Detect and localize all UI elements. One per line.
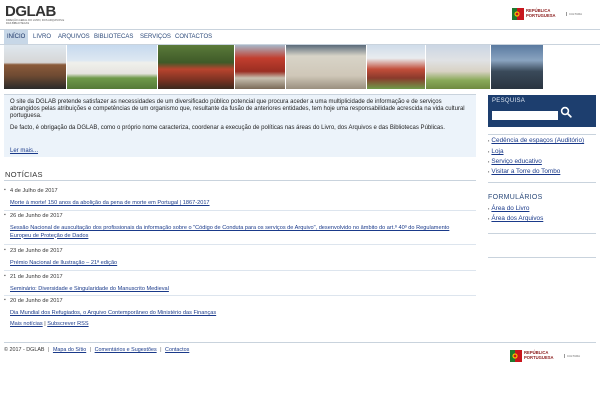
nav-contactos[interactable]: CONTACTOS — [172, 30, 215, 44]
bullet-icon: ▪ — [4, 212, 6, 218]
news-link[interactable]: Sessão Nacional de auscultação dos profi… — [10, 225, 470, 240]
form-link-livro[interactable]: ▪ Área do Livro — [488, 205, 529, 212]
news-separator — [4, 210, 476, 211]
ministry-label: CULTURA — [566, 12, 582, 16]
news-separator — [4, 270, 476, 271]
nav-arquivos[interactable]: ARQUIVOS — [55, 30, 93, 44]
form-link-label: Área do Livro — [491, 205, 530, 212]
bullet-icon: ▪ — [4, 273, 6, 279]
footer-divider — [4, 342, 596, 343]
bullet-icon: ▪ — [488, 168, 490, 174]
rep-line2: PORTUGUESA — [524, 354, 554, 360]
banner-photo-7 — [426, 45, 490, 89]
news-link[interactable]: Dia Mundial dos Refugiados, o Arquivo Co… — [10, 310, 470, 318]
news-separator — [4, 244, 476, 245]
news-date: 4 de Julho de 2017 — [10, 188, 58, 194]
separator: | — [160, 347, 162, 353]
sidebar-link-label: Cedência de espaços (Auditório) — [491, 137, 585, 144]
form-link-arquivos[interactable]: ▪ Área dos Arquivos — [488, 215, 543, 222]
sidebar-divider — [488, 257, 596, 258]
intro-box: O site da DGLAB pretende satisfazer as n… — [4, 94, 476, 157]
news-link[interactable]: Morte à morte! 150 anos da abolição da p… — [10, 200, 470, 208]
bullet-icon: ▪ — [488, 215, 490, 221]
banner-photo-8 — [491, 45, 543, 89]
intro-paragraph-2: De facto, é obrigação da DGLAB, como o p… — [10, 124, 445, 131]
news-link[interactable]: Seminário: Diversidade e Singularidade d… — [10, 286, 470, 294]
photo-banner — [4, 45, 596, 89]
banner-photo-3 — [158, 45, 234, 89]
news-footer: Mais notícias | Subscrever RSS — [10, 321, 89, 327]
more-news-link[interactable]: Mais notícias — [10, 321, 43, 327]
search-label: PESQUISA — [492, 98, 526, 104]
banner-photo-5 — [286, 45, 366, 89]
banner-photo-2 — [67, 45, 157, 89]
republic-emblem-icon — [510, 350, 522, 362]
subscribe-rss-link[interactable]: Subscrever RSS — [47, 321, 88, 327]
rep-line2: PORTUGUESA — [526, 12, 556, 18]
nav-livro[interactable]: LIVRO — [30, 30, 54, 44]
banner-photo-1 — [4, 45, 66, 89]
news-date: 26 de Junho de 2017 — [10, 213, 63, 219]
bullet-icon: ▪ — [4, 297, 6, 303]
separator: | — [89, 347, 92, 353]
news-heading: NOTÍCIAS — [5, 170, 43, 179]
separator: | — [48, 347, 50, 353]
bullet-icon: ▪ — [488, 158, 490, 164]
intro-paragraph-1: O site da DGLAB pretende satisfazer as n… — [10, 99, 465, 120]
news-separator — [4, 295, 476, 296]
sidebar-link-torre-do-tombo[interactable]: ▪ Visitar a Torre do Tombo — [488, 168, 560, 175]
sidebar-link-label: Visitar a Torre do Tombo — [491, 168, 561, 175]
news-link[interactable]: Prémio Nacional de Ilustração – 21ª ediç… — [10, 260, 470, 268]
bullet-icon: ▪ — [4, 187, 6, 193]
site-footer: © 2017 - DGLAB | Mapa do Sítio | Comentá… — [4, 347, 189, 353]
banner-photo-6 — [367, 45, 425, 89]
site-header: DGLAB Direção-Geral do Livro, dos Arquiv… — [0, 0, 600, 28]
nav-inicio[interactable]: INÍCIO — [4, 30, 29, 44]
sidebar-link-loja[interactable]: ▪ Loja — [488, 148, 504, 155]
separator: | — [44, 321, 46, 327]
footer-republica-logo[interactable]: REPÚBLICA PORTUGUESA CULTURA — [510, 349, 580, 363]
forms-heading: FORMULÁRIOS — [488, 194, 543, 201]
dglab-logo-subtitle: Direção-Geral do Livro, dos Arquivos e d… — [6, 19, 65, 25]
nav-servicos[interactable]: SERVIÇOS — [137, 30, 174, 44]
sidebar-divider — [488, 182, 596, 183]
news-date: 23 de Junho de 2017 — [10, 248, 63, 254]
news-divider — [4, 180, 476, 181]
nav-bibliotecas[interactable]: BIBLIOTECAS — [91, 30, 136, 44]
bullet-icon: ▪ — [488, 205, 490, 211]
read-more-link[interactable]: Ler mais... — [10, 148, 38, 154]
bullet-icon: ▪ — [4, 247, 6, 253]
footer-link-sitemap[interactable]: Mapa do Sítio — [53, 347, 86, 353]
republic-text: REPÚBLICA PORTUGUESA — [526, 8, 556, 18]
dglab-logo[interactable]: DGLAB — [5, 3, 56, 20]
sidebar-link-auditorio[interactable]: ▪ Cedência de espaços (Auditório) — [488, 137, 584, 144]
search-input[interactable] — [492, 111, 558, 120]
search-icon — [560, 106, 572, 118]
sidebar-link-servico-educativo[interactable]: ▪ Serviço educativo — [488, 158, 542, 165]
sidebar-divider — [488, 134, 596, 135]
copyright: © 2017 - DGLAB — [4, 347, 45, 353]
sidebar-link-label: Serviço educativo — [491, 158, 542, 165]
bullet-icon: ▪ — [488, 137, 490, 143]
search-button[interactable] — [554, 105, 572, 121]
bullet-icon: ▪ — [488, 148, 490, 154]
news-date: 21 de Junho de 2017 — [10, 274, 63, 280]
republic-text: REPÚBLICA PORTUGUESA — [524, 350, 554, 360]
sidebar-divider — [488, 233, 596, 234]
footer-link-contacts[interactable]: Contactos — [165, 347, 189, 353]
republic-emblem-icon — [512, 8, 524, 20]
banner-photo-4 — [235, 45, 285, 89]
form-link-label: Área dos Arquivos — [491, 215, 544, 222]
footer-link-feedback[interactable]: Comentários e Sugestões — [95, 347, 157, 353]
search-panel: PESQUISA — [488, 95, 596, 127]
ministry-label: CULTURA — [564, 354, 580, 358]
news-date: 20 de Junho de 2017 — [10, 298, 63, 304]
main-nav: INÍCIO LIVRO ARQUIVOS BIBLIOTECAS SERVIÇ… — [0, 29, 600, 45]
republica-portuguesa-logo[interactable]: REPÚBLICA PORTUGUESA CULTURA — [512, 7, 582, 21]
sidebar-link-label: Loja — [491, 148, 504, 155]
